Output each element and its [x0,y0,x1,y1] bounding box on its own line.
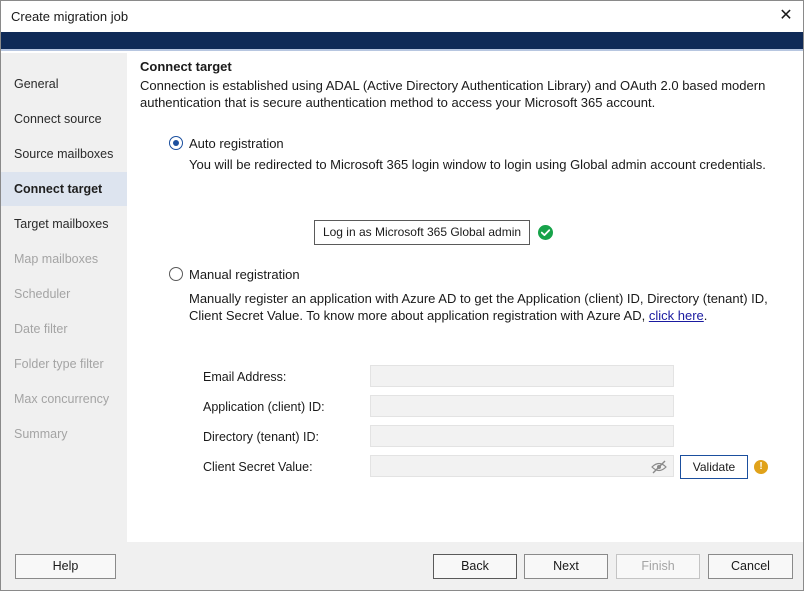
help-button[interactable]: Help [15,554,116,579]
intro-text: Connection is established using ADAL (Ac… [140,78,766,110]
next-button[interactable]: Next [524,554,608,579]
link-suffix: . [703,308,708,323]
nav-item-connect-source[interactable]: Connect source [1,102,127,136]
auto-registration-description: You will be redirected to Microsoft 365 … [189,157,766,172]
nav-item-date-filter: Date filter [14,322,68,336]
nav-item-folder-type-filter: Folder type filter [14,357,104,371]
nav-item-map-mailboxes: Map mailboxes [14,252,99,266]
nav-item-connect-target[interactable]: Connect target [1,172,127,206]
dialog-window: Create migration job ✕ General Connect s… [0,0,804,591]
nav-item-summary: Summary [14,427,68,441]
nav-item-scheduler: Scheduler [14,287,71,301]
window-title: Create migration job [11,9,129,24]
nav-item-source-mailboxes[interactable]: Source mailboxes [1,137,127,171]
eye-slash-icon[interactable] [651,460,667,474]
cancel-button[interactable]: Cancel [708,554,793,579]
email-field[interactable] [370,365,674,387]
title-bar: Create migration job ✕ [1,1,803,32]
footer-bar: Help Back Next Finish Cancel [1,542,803,590]
warning-icon: ! [754,460,768,474]
login-global-admin-button[interactable]: Log in as Microsoft 365 Global admin [314,220,530,245]
wizard-steps-sidebar: General Connect source Source mailboxes … [1,53,127,542]
app-id-label: Application (client) ID: [203,400,325,414]
manual-registration-description: Manually register an application with Az… [189,290,779,324]
close-icon[interactable]: ✕ [775,5,797,27]
client-secret-field[interactable] [370,455,674,477]
finish-button: Finish [616,554,700,579]
email-label: Email Address: [203,370,287,384]
check-circle-icon [538,225,553,240]
main-content: Connect target Connection is established… [127,53,803,542]
back-button[interactable]: Back [433,554,517,579]
auto-registration-label[interactable]: Auto registration [189,136,284,151]
page-title: Connect target [140,59,232,74]
nav-item-max-concurrency: Max concurrency [14,392,110,406]
manual-registration-label[interactable]: Manual registration [189,267,300,282]
manual-registration-radio[interactable] [169,267,183,281]
tenant-id-label: Directory (tenant) ID: [203,430,320,444]
nav-item-general[interactable]: General [1,67,127,101]
auto-registration-radio[interactable] [169,136,183,150]
header-banner [1,32,803,51]
click-here-link[interactable]: click here [649,308,704,323]
secret-label: Client Secret Value: [203,460,313,474]
app-id-field[interactable] [370,395,674,417]
nav-item-target-mailboxes[interactable]: Target mailboxes [1,207,127,241]
validate-button[interactable]: Validate [680,455,748,479]
tenant-id-field[interactable] [370,425,674,447]
